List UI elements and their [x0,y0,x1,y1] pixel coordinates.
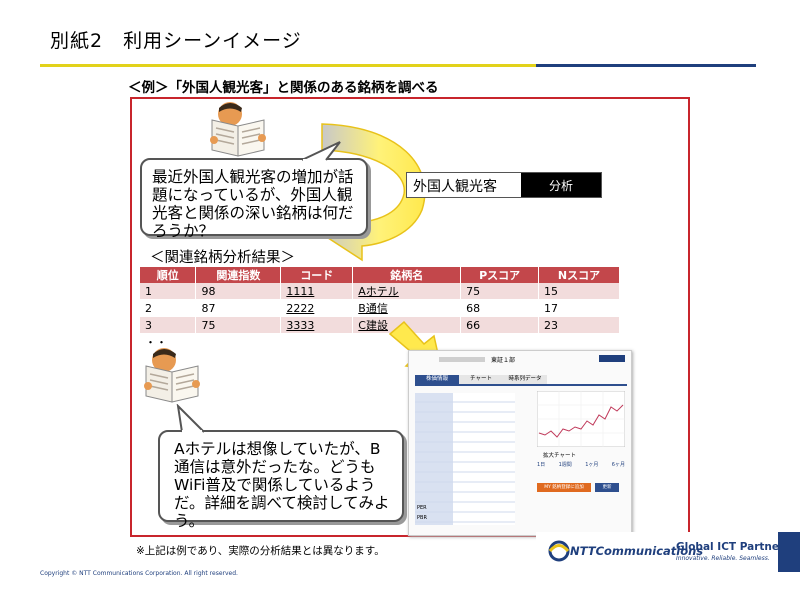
column-header-code: コード [280,267,354,283]
reading-newspaper-man-icon [144,348,200,403]
table-row: 1 98 1111 Aホテル 75 15 [140,283,620,300]
tab-chart[interactable]: チャート [459,375,503,384]
stock-stats-panel: PER PBR [415,393,515,525]
column-header-index: 関連指数 [195,267,282,283]
range-1d[interactable]: 1日 [537,461,545,468]
bubble-tail [301,141,341,162]
scenario-subtitle: ＜例＞「外国人観光客」と関係のある銘柄を調べる [128,80,439,96]
ntt-logo-icon [548,540,570,562]
code-link[interactable]: 2222 [280,299,354,317]
nscore-cell: 23 [538,316,620,334]
nscore-cell: 15 [538,283,620,300]
search-bar: 外国人観光客 分析 [406,172,602,198]
answer-text: Aホテルは想像していたが、B通信は意外だったな。どうもWiFi普及で関係している… [174,440,390,530]
stock-detail-screenshot: 東証１部 株価情報 チャート 時系列データ PER PBR 拡大チャート 1日 … [408,350,632,536]
stat-pbr-label: PBR [417,515,427,521]
index-cell: 98 [195,283,282,300]
results-table: 順位 関連指数 コード 銘柄名 Pスコア Nスコア 1 98 1111 Aホテル… [140,267,620,351]
slide-title: 別紙2 利用シーンイメージ [50,30,302,52]
search-input[interactable]: 外国人観光客 [407,173,521,197]
add-to-my-stocks-button[interactable]: MY 銘柄登録に追加 [537,483,591,492]
question-text: 最近外国人観光客の増加が話題になっているが、外国人観光客と関係の深い銘柄は何だろ… [152,168,354,240]
column-header-name: 銘柄名 [352,267,462,283]
pscore-cell: 66 [460,316,540,334]
nscore-cell [538,333,620,351]
index-cell: 75 [195,316,282,334]
global-ict-partner-title: Global ICT Partner [676,541,785,553]
answer-speech-bubble: Aホテルは想像していたが、B通信は意外だったな。どうもWiFi普及で関係している… [158,430,404,530]
index-cell [195,333,282,351]
range-1m[interactable]: 1ヶ月 [585,461,598,468]
refresh-button[interactable]: 更新 [595,483,619,492]
rank-cell: 3 [140,316,197,334]
index-cell: 87 [195,299,282,317]
copyright: Copyright © NTT Communications Corporati… [40,570,238,577]
rank-cell: 1 [140,283,197,300]
table-row: 2 87 2222 B通信 68 17 [140,299,620,317]
chart-range-selector: 1日 1週間 1ヶ月 6ヶ月 [537,461,625,468]
code-link[interactable]: 3333 [280,316,354,334]
code-link[interactable]: 1111 [280,283,354,300]
range-6m[interactable]: 6ヶ月 [612,461,625,468]
title-rule-yellow [40,64,536,67]
pscore-cell [460,333,540,351]
title-rule-blue [536,64,756,67]
reading-newspaper-man-icon [210,102,266,157]
global-ict-partner-tagline: Innovative. Reliable. Seamless. [676,555,770,562]
logo-bar [778,532,800,572]
zoom-chart-label[interactable]: 拡大チャート [543,451,576,459]
name-link[interactable]: B通信 [352,299,462,317]
tab-history[interactable]: 時系列データ [503,375,547,384]
question-speech-bubble: 最近外国人観光客の増加が話題になっているが、外国人観光客と関係の深い銘柄は何だろ… [140,158,368,240]
bubble-tail [176,404,205,434]
table-row: ・・ [140,333,620,351]
nscore-cell: 17 [538,299,620,317]
range-1w[interactable]: 1週間 [559,461,572,468]
market-label: 東証１部 [491,357,516,364]
stat-per-label: PER [417,505,427,511]
column-header-rank: 順位 [140,267,197,283]
column-header-pscore: Pスコア [460,267,540,283]
table-row: 3 75 3333 C建設 66 23 [140,316,620,334]
column-header-nscore: Nスコア [538,267,620,283]
rank-cell: 2 [140,299,197,317]
pscore-cell: 68 [460,299,540,317]
results-header-row: 順位 関連指数 コード 銘柄名 Pスコア Nスコア [140,267,620,283]
pscore-cell: 75 [460,283,540,300]
stock-chart-thumbnail [537,391,625,447]
disclaimer-note: ※上記は例であり、実際の分析結果とは異なります。 [136,545,385,557]
name-link[interactable]: Aホテル [352,283,462,300]
code-cell [280,333,354,351]
analyze-button[interactable]: 分析 [521,173,601,197]
results-heading: ＜関連銘柄分析結果＞ [150,250,295,266]
tab-stock-info[interactable]: 株価情報 [415,375,459,384]
